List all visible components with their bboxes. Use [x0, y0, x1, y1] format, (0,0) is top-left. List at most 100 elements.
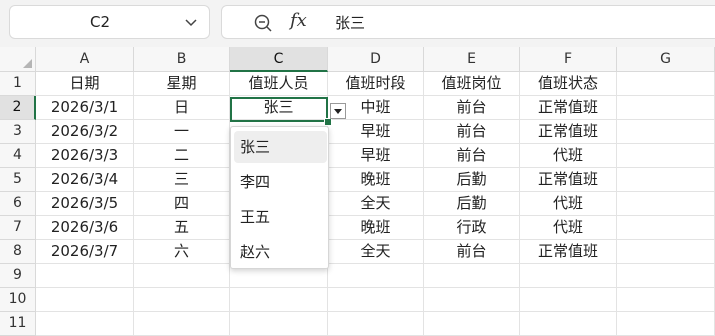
cell-a10[interactable] [36, 288, 134, 312]
cell-b3[interactable]: 一 [134, 120, 230, 144]
column-header-e[interactable]: E [424, 47, 520, 72]
cell-d9[interactable] [328, 264, 424, 288]
cell-b4[interactable]: 二 [134, 144, 230, 168]
row-header-4[interactable]: 4 [0, 144, 36, 168]
cell-a11[interactable] [36, 312, 134, 336]
cell-e5[interactable]: 后勤 [424, 168, 520, 192]
cell-e2[interactable]: 前台 [424, 96, 520, 120]
dropdown-option[interactable]: 李四 [234, 166, 327, 198]
cell-d10[interactable] [328, 288, 424, 312]
cell-b5[interactable]: 三 [134, 168, 230, 192]
cell-b7[interactable]: 五 [134, 216, 230, 240]
row-header-8[interactable]: 8 [0, 240, 36, 264]
cell-e9[interactable] [424, 264, 520, 288]
cell-a3[interactable]: 2026/3/2 [36, 120, 134, 144]
cell-f5[interactable]: 正常值班 [520, 168, 617, 192]
cell-c1[interactable]: 值班人员 [230, 72, 328, 96]
cell-g10[interactable] [617, 288, 715, 312]
cell-a9[interactable] [36, 264, 134, 288]
cell-g8[interactable] [617, 240, 715, 264]
cell-g2[interactable] [617, 96, 715, 120]
cell-e11[interactable] [424, 312, 520, 336]
cell-e8[interactable]: 前台 [424, 240, 520, 264]
cell-a4[interactable]: 2026/3/3 [36, 144, 134, 168]
column-header-g[interactable]: G [617, 47, 715, 72]
row-header-6[interactable]: 6 [0, 192, 36, 216]
cell-d3[interactable]: 早班 [328, 120, 424, 144]
row-header-7[interactable]: 7 [0, 216, 36, 240]
cell-a8[interactable]: 2026/3/7 [36, 240, 134, 264]
dropdown-option[interactable]: 张三 [234, 131, 327, 163]
select-all-corner[interactable] [0, 47, 36, 72]
cell-a2[interactable]: 2026/3/1 [36, 96, 134, 120]
cell-g3[interactable] [617, 120, 715, 144]
cell-c2[interactable]: 张三 [230, 96, 328, 120]
cell-f6[interactable]: 代班 [520, 192, 617, 216]
cell-b6[interactable]: 四 [134, 192, 230, 216]
cell-f10[interactable] [520, 288, 617, 312]
cell-c11[interactable] [230, 312, 328, 336]
function-icon[interactable]: fx [290, 10, 307, 31]
cell-g11[interactable] [617, 312, 715, 336]
cell-f4[interactable]: 代班 [520, 144, 617, 168]
cell-f9[interactable] [520, 264, 617, 288]
cell-g1[interactable] [617, 72, 715, 96]
cell-b11[interactable] [134, 312, 230, 336]
cell-c10[interactable] [230, 288, 328, 312]
cell-b10[interactable] [134, 288, 230, 312]
cell-e10[interactable] [424, 288, 520, 312]
dropdown-option[interactable]: 王五 [234, 201, 327, 233]
row-header-2[interactable]: 2 [0, 96, 36, 120]
cell-d11[interactable] [328, 312, 424, 336]
name-box[interactable]: C2 [9, 5, 210, 39]
column-header-d[interactable]: D [328, 47, 424, 72]
cell-b1[interactable]: 星期 [134, 72, 230, 96]
cell-d8[interactable]: 全天 [328, 240, 424, 264]
chevron-down-icon[interactable] [183, 14, 199, 30]
row-header-3[interactable]: 3 [0, 120, 36, 144]
fill-handle[interactable] [324, 118, 332, 126]
cell-g9[interactable] [617, 264, 715, 288]
row-header-10[interactable]: 10 [0, 288, 36, 312]
cell-e6[interactable]: 后勤 [424, 192, 520, 216]
column-header-b[interactable]: B [134, 47, 230, 72]
cell-g6[interactable] [617, 192, 715, 216]
cell-g4[interactable] [617, 144, 715, 168]
cell-d7[interactable]: 晚班 [328, 216, 424, 240]
column-header-c[interactable]: C [230, 47, 328, 72]
row-header-1[interactable]: 1 [0, 72, 36, 96]
formula-input[interactable]: fx 张三 [221, 5, 715, 39]
cell-f2[interactable]: 正常值班 [520, 96, 617, 120]
cell-f7[interactable]: 代班 [520, 216, 617, 240]
row-header-11[interactable]: 11 [0, 312, 36, 336]
cell-d5[interactable]: 晚班 [328, 168, 424, 192]
cell-b8[interactable]: 六 [134, 240, 230, 264]
cell-g7[interactable] [617, 216, 715, 240]
row-header-9[interactable]: 9 [0, 264, 36, 288]
column-header-f[interactable]: F [520, 47, 617, 72]
cell-f8[interactable]: 正常值班 [520, 240, 617, 264]
cell-b2[interactable]: 日 [134, 96, 230, 120]
cell-a7[interactable]: 2026/3/6 [36, 216, 134, 240]
cell-d4[interactable]: 早班 [328, 144, 424, 168]
cell-e1[interactable]: 值班岗位 [424, 72, 520, 96]
column-header-a[interactable]: A [36, 47, 134, 72]
cell-d1[interactable]: 值班时段 [328, 72, 424, 96]
cell-e4[interactable]: 前台 [424, 144, 520, 168]
zoom-icon[interactable] [253, 13, 273, 33]
formula-value[interactable]: 张三 [335, 12, 365, 33]
cell-a1[interactable]: 日期 [36, 72, 134, 96]
cell-f3[interactable]: 正常值班 [520, 120, 617, 144]
cell-f1[interactable]: 值班状态 [520, 72, 617, 96]
cell-g5[interactable] [617, 168, 715, 192]
cell-e7[interactable]: 行政 [424, 216, 520, 240]
cell-f11[interactable] [520, 312, 617, 336]
row-header-5[interactable]: 5 [0, 168, 36, 192]
validation-dropdown-button[interactable] [330, 103, 346, 119]
cell-d6[interactable]: 全天 [328, 192, 424, 216]
cell-b9[interactable] [134, 264, 230, 288]
cell-a5[interactable]: 2026/3/4 [36, 168, 134, 192]
cell-e3[interactable]: 前台 [424, 120, 520, 144]
dropdown-option[interactable]: 赵六 [234, 236, 327, 268]
cell-a6[interactable]: 2026/3/5 [36, 192, 134, 216]
